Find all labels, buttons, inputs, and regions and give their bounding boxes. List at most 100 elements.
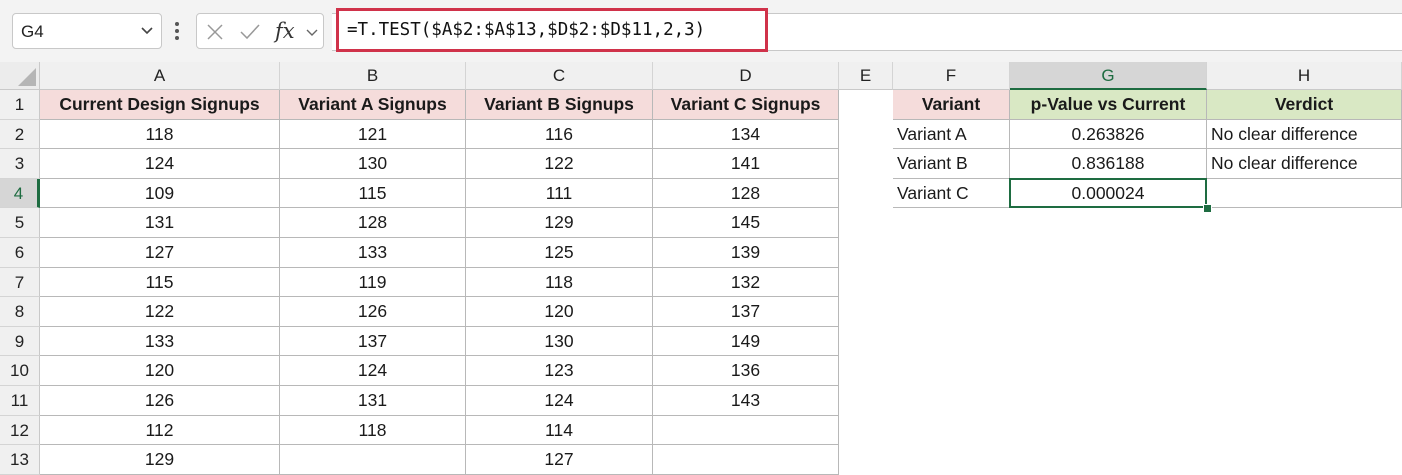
column-header-c[interactable]: C xyxy=(466,62,653,90)
table-cell[interactable]: 115 xyxy=(40,267,280,298)
table-cell[interactable]: No clear difference xyxy=(1207,119,1402,150)
table-cell[interactable] xyxy=(280,445,466,475)
formula-bar: G4 fx =T.TEST($A$2:$A$13,$D$2:$D$11,2,3) xyxy=(0,0,1402,62)
cancel-icon[interactable] xyxy=(205,22,225,42)
table-header-cell[interactable]: Variant B Signups xyxy=(466,90,653,120)
table-cell[interactable]: 121 xyxy=(280,119,466,150)
row-header-8[interactable]: 8 xyxy=(0,297,40,327)
table-cell[interactable]: 127 xyxy=(466,445,653,475)
formula-controls: fx xyxy=(196,13,324,49)
table-cell[interactable]: Variant B xyxy=(893,149,1010,179)
table-header-cell[interactable]: Verdict xyxy=(1207,90,1402,120)
table-cell[interactable] xyxy=(1207,178,1402,209)
column-header-h[interactable]: H xyxy=(1207,62,1402,90)
table-cell[interactable]: 139 xyxy=(653,238,839,268)
table-cell[interactable]: 128 xyxy=(280,208,466,238)
table-cell[interactable]: 120 xyxy=(466,297,653,327)
row-header-13[interactable]: 13 xyxy=(0,445,40,475)
table-cell[interactable]: 116 xyxy=(466,119,653,150)
table-cell[interactable]: 111 xyxy=(466,178,653,209)
spreadsheet-grid: A B C D E F G H 1 2 3 4 5 6 7 8 9 10 11 12 13 Current Design … xyxy=(0,62,1402,475)
table-cell[interactable]: 122 xyxy=(466,149,653,179)
table-cell[interactable]: 124 xyxy=(40,149,280,179)
table-cell[interactable]: 137 xyxy=(280,326,466,357)
table-cell[interactable]: Variant A xyxy=(893,119,1010,150)
table-cell[interactable]: 123 xyxy=(466,356,653,386)
table-cell[interactable]: 125 xyxy=(466,238,653,268)
confirm-icon[interactable] xyxy=(239,22,261,42)
active-cell-selection[interactable] xyxy=(1009,177,1207,209)
row-header-6[interactable]: 6 xyxy=(0,238,40,268)
table-header-cell[interactable]: Variant C Signups xyxy=(653,90,839,120)
table-cell[interactable]: 145 xyxy=(653,208,839,238)
name-box-value: G4 xyxy=(21,22,44,41)
table-cell[interactable]: No clear difference xyxy=(1207,149,1402,179)
table-cell[interactable]: 143 xyxy=(653,386,839,416)
table-cell[interactable]: 120 xyxy=(40,356,280,386)
column-header-a[interactable]: A xyxy=(40,62,280,90)
row-header-4[interactable]: 4 xyxy=(0,178,40,209)
row-header-10[interactable]: 10 xyxy=(0,356,40,386)
row-header-1[interactable]: 1 xyxy=(0,90,40,120)
table-cell[interactable]: 114 xyxy=(466,415,653,446)
table-cell[interactable]: 126 xyxy=(280,297,466,327)
table-header-cell[interactable]: Variant xyxy=(893,90,1010,120)
table-cell[interactable]: Variant C xyxy=(893,178,1010,209)
table-cell[interactable]: 118 xyxy=(40,119,280,150)
table-cell[interactable]: 126 xyxy=(40,386,280,416)
row-header-12[interactable]: 12 xyxy=(0,415,40,446)
column-header-g[interactable]: G xyxy=(1010,62,1207,90)
table-header-cell[interactable]: p-Value vs Current xyxy=(1010,90,1207,120)
column-header-f[interactable]: F xyxy=(893,62,1010,90)
table-cell[interactable]: 129 xyxy=(40,445,280,475)
table-cell[interactable]: 115 xyxy=(280,178,466,209)
row-header-5[interactable]: 5 xyxy=(0,208,40,238)
fill-handle[interactable] xyxy=(1203,204,1212,214)
chevron-down-icon[interactable] xyxy=(139,22,155,38)
table-cell[interactable]: 109 xyxy=(40,178,280,209)
table-cell[interactable]: 141 xyxy=(653,149,839,179)
table-cell[interactable]: 112 xyxy=(40,415,280,446)
table-cell[interactable]: 118 xyxy=(466,267,653,298)
formula-input[interactable]: =T.TEST($A$2:$A$13,$D$2:$D$11,2,3) xyxy=(336,8,768,52)
table-cell[interactable]: 122 xyxy=(40,297,280,327)
name-box[interactable]: G4 xyxy=(12,13,162,49)
table-cell[interactable]: 130 xyxy=(280,149,466,179)
table-cell[interactable]: 129 xyxy=(466,208,653,238)
table-cell[interactable]: 134 xyxy=(653,119,839,150)
table-cell[interactable]: 0.836188 xyxy=(1010,149,1207,179)
table-cell[interactable]: 133 xyxy=(40,326,280,357)
table-cell[interactable]: 127 xyxy=(40,238,280,268)
table-cell[interactable]: 131 xyxy=(280,386,466,416)
table-cell[interactable]: 149 xyxy=(653,326,839,357)
table-cell[interactable]: 137 xyxy=(653,297,839,327)
row-header-9[interactable]: 9 xyxy=(0,326,40,357)
select-all-triangle-icon xyxy=(18,68,36,86)
table-cell[interactable]: 118 xyxy=(280,415,466,446)
table-cell[interactable]: 133 xyxy=(280,238,466,268)
column-header-e[interactable]: E xyxy=(839,62,893,90)
table-cell[interactable]: 124 xyxy=(466,386,653,416)
table-cell[interactable]: 0.263826 xyxy=(1010,119,1207,150)
row-header-11[interactable]: 11 xyxy=(0,386,40,416)
more-options-icon[interactable] xyxy=(173,20,181,42)
table-cell[interactable]: 131 xyxy=(40,208,280,238)
table-cell[interactable]: 132 xyxy=(653,267,839,298)
table-cell[interactable]: 119 xyxy=(280,267,466,298)
table-cell[interactable]: 130 xyxy=(466,326,653,357)
row-header-3[interactable]: 3 xyxy=(0,149,40,179)
row-header-2[interactable]: 2 xyxy=(0,119,40,150)
row-header-7[interactable]: 7 xyxy=(0,267,40,298)
table-cell[interactable] xyxy=(653,415,839,446)
table-header-cell[interactable]: Variant A Signups xyxy=(280,90,466,120)
table-cell[interactable]: 124 xyxy=(280,356,466,386)
table-header-cell[interactable]: Current Design Signups xyxy=(40,90,280,120)
chevron-down-icon[interactable] xyxy=(305,25,319,39)
table-cell[interactable]: 128 xyxy=(653,178,839,209)
table-cell[interactable] xyxy=(653,445,839,475)
column-header-b[interactable]: B xyxy=(280,62,466,90)
select-all-corner[interactable] xyxy=(0,62,40,90)
column-header-d[interactable]: D xyxy=(653,62,839,90)
table-cell[interactable]: 136 xyxy=(653,356,839,386)
insert-function-icon[interactable]: fx xyxy=(275,19,295,43)
